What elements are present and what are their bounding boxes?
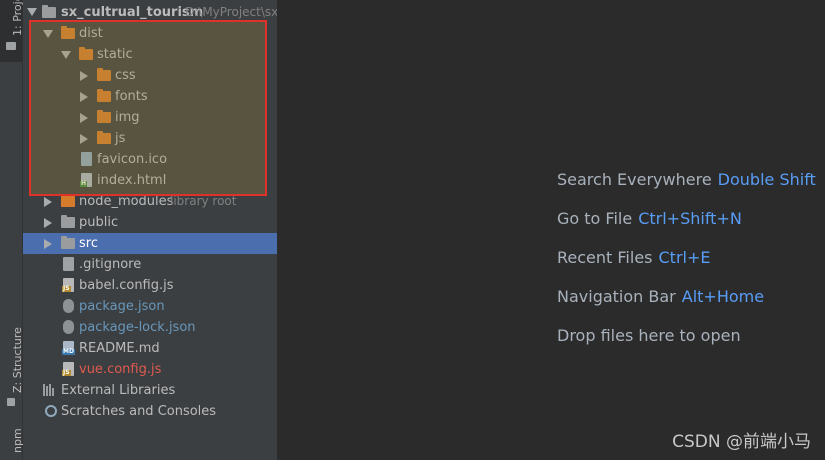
structure-tool-tab[interactable]: Z: Structure bbox=[0, 325, 24, 410]
folder-icon bbox=[97, 89, 111, 102]
hint-text: Recent Files bbox=[557, 248, 653, 267]
tree-row-label: dist bbox=[79, 26, 103, 41]
folder-icon bbox=[61, 215, 75, 228]
chevron-right-icon[interactable] bbox=[80, 92, 88, 102]
hint-search-everywhere: Search Everywhere Double Shift bbox=[557, 170, 816, 189]
project-path: D:\MyProject\sx bbox=[185, 5, 278, 19]
tree-row-scratches[interactable]: Scratches and Consoles bbox=[23, 401, 277, 422]
json-file-icon bbox=[63, 320, 74, 334]
tree-row-vue-config[interactable]: JS vue.config.js bbox=[23, 359, 277, 380]
js-file-icon: JS bbox=[62, 362, 74, 376]
tree-row-label: js bbox=[115, 131, 126, 146]
tree-row-label: favicon.ico bbox=[97, 152, 168, 167]
tree-row-external-libraries[interactable]: External Libraries bbox=[23, 380, 277, 401]
tree-row-fonts[interactable]: fonts bbox=[23, 86, 277, 107]
tree-row-label: index.html bbox=[97, 173, 167, 188]
library-icon bbox=[43, 384, 57, 396]
chevron-down-icon[interactable] bbox=[43, 30, 53, 38]
hint-text: Drop files here to open bbox=[557, 326, 741, 345]
tree-row-index-html[interactable]: H index.html bbox=[23, 170, 277, 191]
tree-row-dist[interactable]: dist bbox=[23, 23, 277, 44]
tree-row-label: babel.config.js bbox=[79, 278, 174, 293]
tree-row-label: package-lock.json bbox=[79, 320, 196, 335]
hint-text: Search Everywhere bbox=[557, 170, 712, 189]
file-type-tag: JS bbox=[62, 369, 71, 376]
hint-text: Go to File bbox=[557, 209, 633, 228]
hint-go-to-file: Go to File Ctrl+Shift+N bbox=[557, 209, 742, 228]
html-file-icon: H bbox=[80, 173, 92, 187]
file-type-tag: JS bbox=[62, 285, 71, 292]
tree-row-babel-config[interactable]: JS babel.config.js bbox=[23, 275, 277, 296]
tree-row-img[interactable]: img bbox=[23, 107, 277, 128]
tree-row-label: img bbox=[115, 110, 140, 125]
chevron-right-icon[interactable] bbox=[80, 113, 88, 123]
folder-icon bbox=[42, 5, 56, 18]
hint-shortcut: Alt+Home bbox=[681, 287, 765, 306]
folder-icon bbox=[6, 42, 16, 50]
tree-row-src[interactable]: src bbox=[23, 233, 277, 254]
tree-row-gitignore[interactable]: .gitignore bbox=[23, 254, 277, 275]
tree-row-static[interactable]: static bbox=[23, 44, 277, 65]
tree-row-label: README.md bbox=[79, 341, 160, 356]
chevron-right-icon[interactable] bbox=[44, 197, 52, 207]
watermark: CSDN @前端小马 bbox=[672, 432, 811, 452]
tree-row-label: vue.config.js bbox=[79, 362, 162, 377]
folder-icon bbox=[97, 131, 111, 144]
hint-text: Navigation Bar bbox=[557, 287, 676, 306]
structure-icon bbox=[7, 398, 15, 406]
npm-tool-tab[interactable]: npm bbox=[0, 425, 24, 460]
tree-row-label: .gitignore bbox=[79, 257, 142, 272]
hint-shortcut: Ctrl+Shift+N bbox=[638, 209, 742, 228]
chevron-right-icon[interactable] bbox=[80, 134, 88, 144]
project-tool-tab[interactable]: 1: Project bbox=[0, 0, 24, 62]
text-file-icon bbox=[63, 257, 74, 271]
scratches-icon bbox=[45, 405, 57, 417]
hint-drop-files: Drop files here to open bbox=[557, 326, 741, 345]
tree-row-css[interactable]: css bbox=[23, 65, 277, 86]
project-panel: sx_cultrual_tourism D:\MyProject\sx dist… bbox=[23, 0, 278, 460]
tree-row-js[interactable]: js bbox=[23, 128, 277, 149]
tool-window-stripe: 1: Project Z: Structure npm bbox=[0, 0, 24, 460]
hint-shortcut: Double Shift bbox=[717, 170, 816, 189]
markdown-file-icon: MD bbox=[62, 341, 75, 355]
hint-recent-files: Recent Files Ctrl+E bbox=[557, 248, 710, 267]
tree-row-label: Scratches and Consoles bbox=[61, 404, 217, 419]
hint-shortcut: Ctrl+E bbox=[658, 248, 711, 267]
folder-icon bbox=[61, 194, 75, 207]
json-file-icon bbox=[63, 299, 74, 313]
js-file-icon: JS bbox=[62, 278, 74, 292]
chevron-down-icon[interactable] bbox=[27, 8, 37, 16]
tree-row-favicon[interactable]: favicon.ico bbox=[23, 149, 277, 170]
folder-icon bbox=[61, 236, 75, 249]
tree-row-readme[interactable]: MD README.md bbox=[23, 338, 277, 359]
folder-icon bbox=[97, 68, 111, 81]
tree-row-node-modules[interactable]: node_modules library root bbox=[23, 191, 277, 212]
chevron-right-icon[interactable] bbox=[80, 71, 88, 81]
tree-row-label: node_modules bbox=[79, 194, 174, 209]
folder-icon bbox=[61, 26, 75, 39]
folder-icon bbox=[79, 47, 93, 60]
tree-row-label: public bbox=[79, 215, 119, 230]
tree-row-label: External Libraries bbox=[61, 383, 176, 398]
chevron-right-icon[interactable] bbox=[44, 218, 52, 228]
chevron-down-icon[interactable] bbox=[61, 51, 71, 59]
chevron-right-icon[interactable] bbox=[44, 239, 52, 249]
tree-row-public[interactable]: public bbox=[23, 212, 277, 233]
project-name: sx_cultrual_tourism bbox=[61, 5, 204, 20]
image-file-icon bbox=[81, 152, 92, 166]
hint-navigation-bar: Navigation Bar Alt+Home bbox=[557, 287, 764, 306]
tree-row-label: static bbox=[97, 47, 133, 62]
file-type-tag: H bbox=[80, 180, 88, 187]
tree-row-package-lock[interactable]: package-lock.json bbox=[23, 317, 277, 338]
library-root-hint: library root bbox=[170, 194, 237, 208]
folder-icon bbox=[97, 110, 111, 123]
tree-row-label: css bbox=[115, 68, 136, 83]
tree-row-package-json[interactable]: package.json bbox=[23, 296, 277, 317]
tree-row-label: package.json bbox=[79, 299, 165, 314]
tree-root-row[interactable]: sx_cultrual_tourism D:\MyProject\sx bbox=[23, 2, 277, 23]
tree-row-label: fonts bbox=[115, 89, 148, 104]
tree-row-label: src bbox=[79, 236, 98, 251]
file-type-tag: MD bbox=[62, 348, 75, 355]
